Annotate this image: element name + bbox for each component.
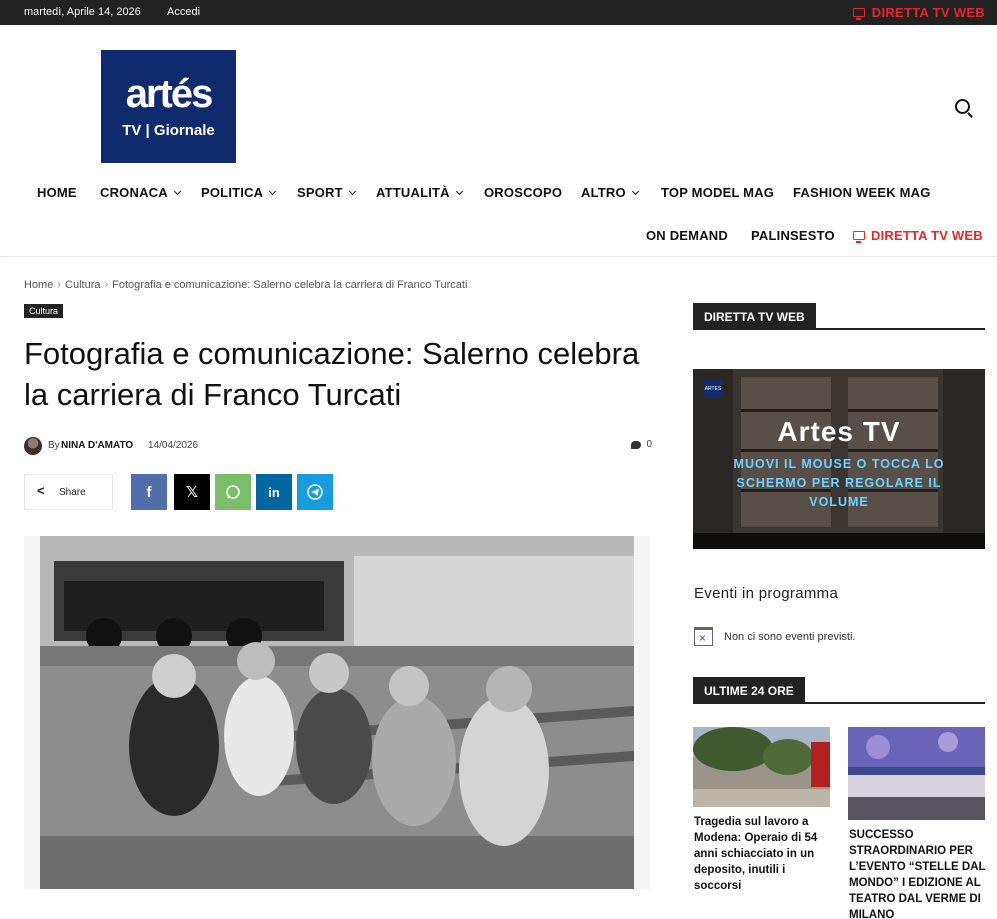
whatsapp-icon xyxy=(226,485,240,499)
nav-altro[interactable]: ALTRO xyxy=(581,185,639,200)
telegram-share-button[interactable] xyxy=(297,474,333,510)
events-empty-text: Non ci sono eventi previsti. xyxy=(724,631,856,643)
topbar-live-label: DIRETTA TV WEB xyxy=(871,5,985,20)
calendar-icon xyxy=(694,627,713,646)
nav-sport[interactable]: SPORT xyxy=(297,185,356,200)
avatar[interactable] xyxy=(24,437,42,455)
latest-thumb-2[interactable] xyxy=(848,727,985,820)
video-title: Artes TV xyxy=(777,416,901,447)
login-link[interactable]: Accedi xyxy=(167,6,200,18)
x-share-button[interactable]: 𝕏 xyxy=(174,474,210,510)
logo-tagline: TV | Giornale xyxy=(122,122,215,139)
linkedin-icon: in xyxy=(268,484,280,500)
nav-cronaca[interactable]: CRONACA xyxy=(100,185,181,200)
comment-icon xyxy=(631,440,642,449)
share-icon xyxy=(37,483,47,498)
tv-icon xyxy=(853,231,865,243)
search-icon[interactable] xyxy=(955,99,970,114)
whatsapp-share-button[interactable] xyxy=(215,474,251,510)
chevron-down-icon xyxy=(173,187,181,196)
featured-image xyxy=(24,536,650,889)
x-icon: 𝕏 xyxy=(185,484,199,501)
article-title: Fotografia e comunicazione: Salerno cele… xyxy=(24,336,640,412)
nav-fashion-week-mag[interactable]: FASHION WEEK MAG xyxy=(793,185,931,200)
latest-title-1[interactable]: Tragedia sul lavoro a Modena: Operaio di… xyxy=(694,814,834,894)
breadcrumb-home[interactable]: Home xyxy=(24,279,53,291)
linkedin-share-button[interactable]: in xyxy=(256,474,292,510)
latest-block-title: ULTIME 24 ORE xyxy=(693,677,985,704)
nav-politica[interactable]: POLITICA xyxy=(201,185,277,200)
latest-title-2[interactable]: SUCCESSO STRAORDINARIO PER L’EVENTO “STE… xyxy=(849,827,989,919)
logo-wordmark: artés xyxy=(125,72,214,116)
author-meta: By NINA D'AMATO 14/04/2026 0 xyxy=(24,437,652,455)
nav-oroscopo[interactable]: OROSCOPO xyxy=(484,185,562,200)
nav-attualita[interactable]: ATTUALITÀ xyxy=(376,185,463,200)
video-logo: ARTES xyxy=(704,380,722,398)
top-bar: martedì, Aprile 14, 2026 Accedi DIRETTA … xyxy=(0,0,997,25)
video-volume-hint: MUOVI IL MOUSE O TOCCA LO SCHERMO PER RE… xyxy=(733,457,945,509)
facebook-share-button[interactable]: f xyxy=(131,474,167,510)
category-badge[interactable]: Cultura xyxy=(24,304,64,318)
nav-divider xyxy=(0,256,997,257)
share-button[interactable]: Share xyxy=(24,474,113,510)
chevron-down-icon xyxy=(269,187,277,196)
nav-diretta-tv-web[interactable]: DIRETTA TV WEB xyxy=(853,228,983,243)
breadcrumb-current: Fotografia e comunicazione: Salerno cele… xyxy=(112,279,468,291)
chevron-down-icon xyxy=(455,187,463,196)
share-label: Share xyxy=(59,486,86,498)
tv-icon xyxy=(852,8,865,20)
comments-link[interactable]: 0 xyxy=(631,439,652,450)
nav-home[interactable]: HOME xyxy=(37,185,77,200)
events-title: Eventi in programma xyxy=(694,585,839,602)
chevron-down-icon xyxy=(631,187,639,196)
current-date: martedì, Aprile 14, 2026 xyxy=(24,6,141,18)
post-date: 14/04/2026 xyxy=(148,440,199,451)
topbar-live-link[interactable]: DIRETTA TV WEB xyxy=(852,5,985,20)
author-by: By xyxy=(48,440,60,451)
live-video-player[interactable]: ARTES Artes TV MUOVI IL MOUSE O TOCCA LO… xyxy=(693,369,985,549)
latest-thumb-1[interactable] xyxy=(693,727,830,807)
site-logo[interactable]: artés TV | Giornale xyxy=(101,50,236,163)
breadcrumb-cultura[interactable]: Cultura xyxy=(65,279,100,291)
nav-palinsesto[interactable]: PALINSESTO xyxy=(751,228,835,243)
chevron-down-icon xyxy=(348,187,356,196)
comment-count: 0 xyxy=(646,439,652,450)
telegram-icon xyxy=(307,484,323,500)
facebook-icon: f xyxy=(146,483,152,501)
breadcrumb: Home › Cultura › Fotografia e comunicazione:… xyxy=(24,279,468,291)
nav-on-demand[interactable]: ON DEMAND xyxy=(646,228,728,243)
live-block-title: DIRETTA TV WEB xyxy=(693,303,985,330)
nav-top-model-mag[interactable]: TOP MODEL MAG xyxy=(661,185,774,200)
author-name[interactable]: NINA D'AMATO xyxy=(61,440,133,451)
